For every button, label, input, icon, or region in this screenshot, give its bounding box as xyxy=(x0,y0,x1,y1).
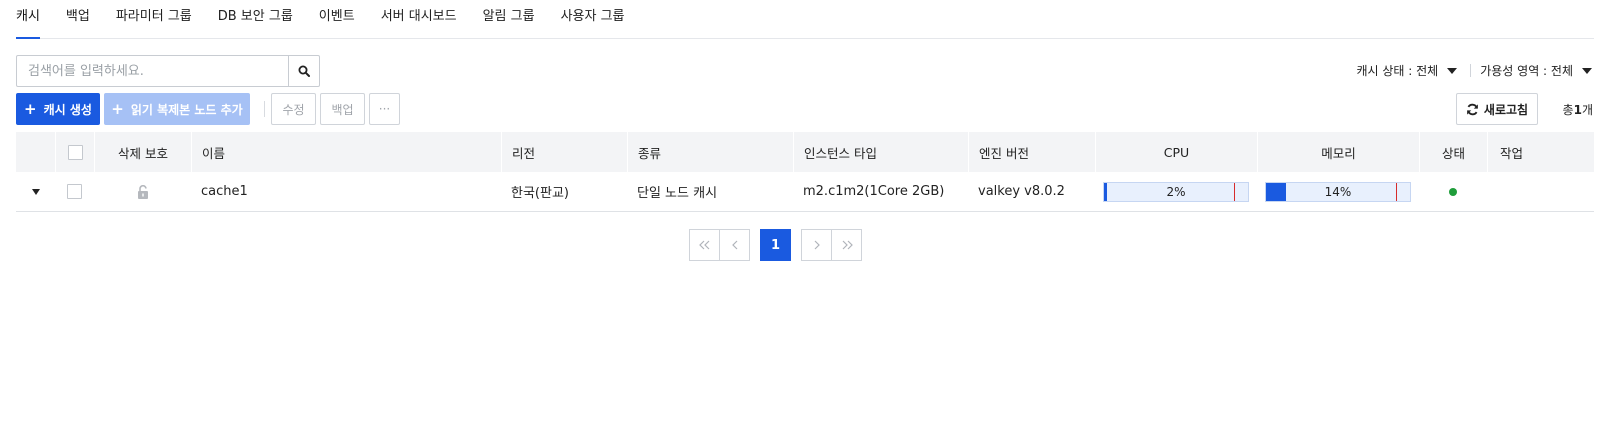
first-page-button[interactable] xyxy=(689,229,720,261)
availability-zone-filter[interactable]: 가용성 영역 : 전체 xyxy=(1480,62,1592,79)
plus-icon: + xyxy=(24,99,37,118)
filter-bar: 캐시 상태 : 전체 가용성 영역 : 전체 xyxy=(1356,62,1592,79)
select-all-checkbox[interactable] xyxy=(67,144,83,160)
top-tabs: 캐시 백업 파라미터 그룹 DB 보안 그룹 이벤트 서버 대시보드 알림 그룹… xyxy=(16,0,1594,39)
tab-backup[interactable]: 백업 xyxy=(66,0,90,39)
cpu-threshold-marker xyxy=(1233,182,1235,201)
search-input[interactable] xyxy=(17,56,288,86)
row-select-cell xyxy=(55,172,94,211)
more-actions-button[interactable]: ··· xyxy=(369,93,400,125)
backup-button[interactable]: 백업 xyxy=(320,93,365,125)
instance-type-cell: m2.c1m2(1Core 2GB) xyxy=(803,184,945,199)
cpu-usage-bar: 2% xyxy=(1103,181,1249,202)
memory-usage-fill xyxy=(1266,182,1287,201)
col-region[interactable]: 리전 xyxy=(501,132,627,172)
table-header: 삭제 보호 이름 리전 종류 인스턴스 타입 엔진 버전 CPU 메모리 상태 … xyxy=(16,132,1594,172)
actions-cell xyxy=(1487,172,1535,211)
select-all-cell xyxy=(55,132,94,172)
table-row[interactable]: cache1 한국(판교) 단일 노드 캐시 m2.c1m2(1Core 2GB… xyxy=(16,172,1594,212)
col-instance-type[interactable]: 인스턴스 타입 xyxy=(793,132,968,172)
col-type[interactable]: 종류 xyxy=(627,132,793,172)
cache-table: 삭제 보호 이름 리전 종류 인스턴스 타입 엔진 버전 CPU 메모리 상태 … xyxy=(16,132,1594,212)
region-cell: 한국(판교) xyxy=(511,186,569,201)
total-number: 1 xyxy=(1573,103,1582,117)
status-cell xyxy=(1419,172,1487,211)
type-cell: 단일 노드 캐시 xyxy=(637,186,718,201)
memory-threshold-marker xyxy=(1395,182,1397,201)
tab-cache[interactable]: 캐시 xyxy=(16,0,40,39)
refresh-icon xyxy=(1467,103,1478,115)
caret-down-icon xyxy=(1447,67,1458,74)
page-button-current[interactable]: 1 xyxy=(760,229,791,261)
col-status[interactable]: 상태 xyxy=(1419,132,1487,172)
add-read-replica-label: 읽기 복제본 노드 추가 xyxy=(130,102,243,117)
memory-usage-label: 14% xyxy=(1324,184,1352,199)
expand-caret-icon[interactable] xyxy=(31,188,40,195)
toolbar-divider xyxy=(264,101,265,117)
tab-db-security-group[interactable]: DB 보안 그룹 xyxy=(218,0,293,39)
add-read-replica-button[interactable]: + 읽기 복제본 노드 추가 xyxy=(104,93,250,125)
tab-notification-group[interactable]: 알림 그룹 xyxy=(483,0,535,39)
col-engine-version[interactable]: 엔진 버전 xyxy=(968,132,1095,172)
col-memory[interactable]: 메모리 xyxy=(1257,132,1419,172)
cpu-usage-label: 2% xyxy=(1166,184,1186,199)
total-prefix: 총 xyxy=(1562,103,1574,117)
prev-page-button[interactable] xyxy=(719,229,750,261)
delete-protection-cell xyxy=(94,172,191,211)
next-page-button[interactable] xyxy=(801,229,832,261)
chevron-left-icon xyxy=(731,240,737,250)
total-suffix: 개 xyxy=(1581,103,1593,117)
double-chevron-left-icon xyxy=(698,240,709,250)
tab-user-group[interactable]: 사용자 그룹 xyxy=(561,0,625,39)
col-actions: 작업 xyxy=(1487,132,1535,172)
col-cpu[interactable]: CPU xyxy=(1095,132,1257,172)
caret-down-icon xyxy=(1582,67,1592,74)
row-checkbox[interactable] xyxy=(67,184,82,199)
double-chevron-right-icon xyxy=(842,240,853,250)
chevron-right-icon xyxy=(814,240,820,250)
col-name[interactable]: 이름 xyxy=(191,132,501,172)
create-cache-button[interactable]: + 캐시 생성 xyxy=(16,93,100,125)
cache-name[interactable]: cache1 xyxy=(191,172,501,211)
last-page-button[interactable] xyxy=(831,229,862,261)
cache-status-filter-label: 캐시 상태 : 전체 xyxy=(1356,64,1439,78)
search-icon xyxy=(298,65,310,77)
tab-server-dashboard[interactable]: 서버 대시보드 xyxy=(381,0,457,39)
cpu-usage-fill xyxy=(1104,182,1107,201)
memory-usage-bar: 14% xyxy=(1265,181,1411,202)
unlock-icon xyxy=(137,184,148,199)
cpu-cell: 2% xyxy=(1095,172,1257,211)
status-dot-icon xyxy=(1449,187,1457,196)
refresh-label: 새로고침 xyxy=(1483,102,1529,117)
filter-divider xyxy=(1470,64,1472,77)
memory-cell: 14% xyxy=(1257,172,1419,211)
pagination: 1 xyxy=(0,229,1610,261)
edit-button[interactable]: 수정 xyxy=(271,93,316,125)
tab-parameter-group[interactable]: 파라미터 그룹 xyxy=(116,0,192,39)
search-button[interactable] xyxy=(288,56,319,86)
availability-zone-filter-label: 가용성 영역 : 전체 xyxy=(1480,64,1573,78)
engine-version-cell: valkey v8.0.2 xyxy=(978,184,1065,199)
cache-status-filter[interactable]: 캐시 상태 : 전체 xyxy=(1356,62,1458,79)
refresh-button[interactable]: 새로고침 xyxy=(1456,93,1538,125)
tab-events[interactable]: 이벤트 xyxy=(319,0,355,39)
row-expand-cell xyxy=(16,172,55,211)
col-delete-protection[interactable]: 삭제 보호 xyxy=(94,132,191,172)
search-box xyxy=(16,55,320,87)
plus-icon: + xyxy=(111,99,124,118)
create-cache-label: 캐시 생성 xyxy=(43,102,92,117)
total-count: 총1개 xyxy=(1563,101,1593,118)
expand-column-header xyxy=(16,132,55,172)
